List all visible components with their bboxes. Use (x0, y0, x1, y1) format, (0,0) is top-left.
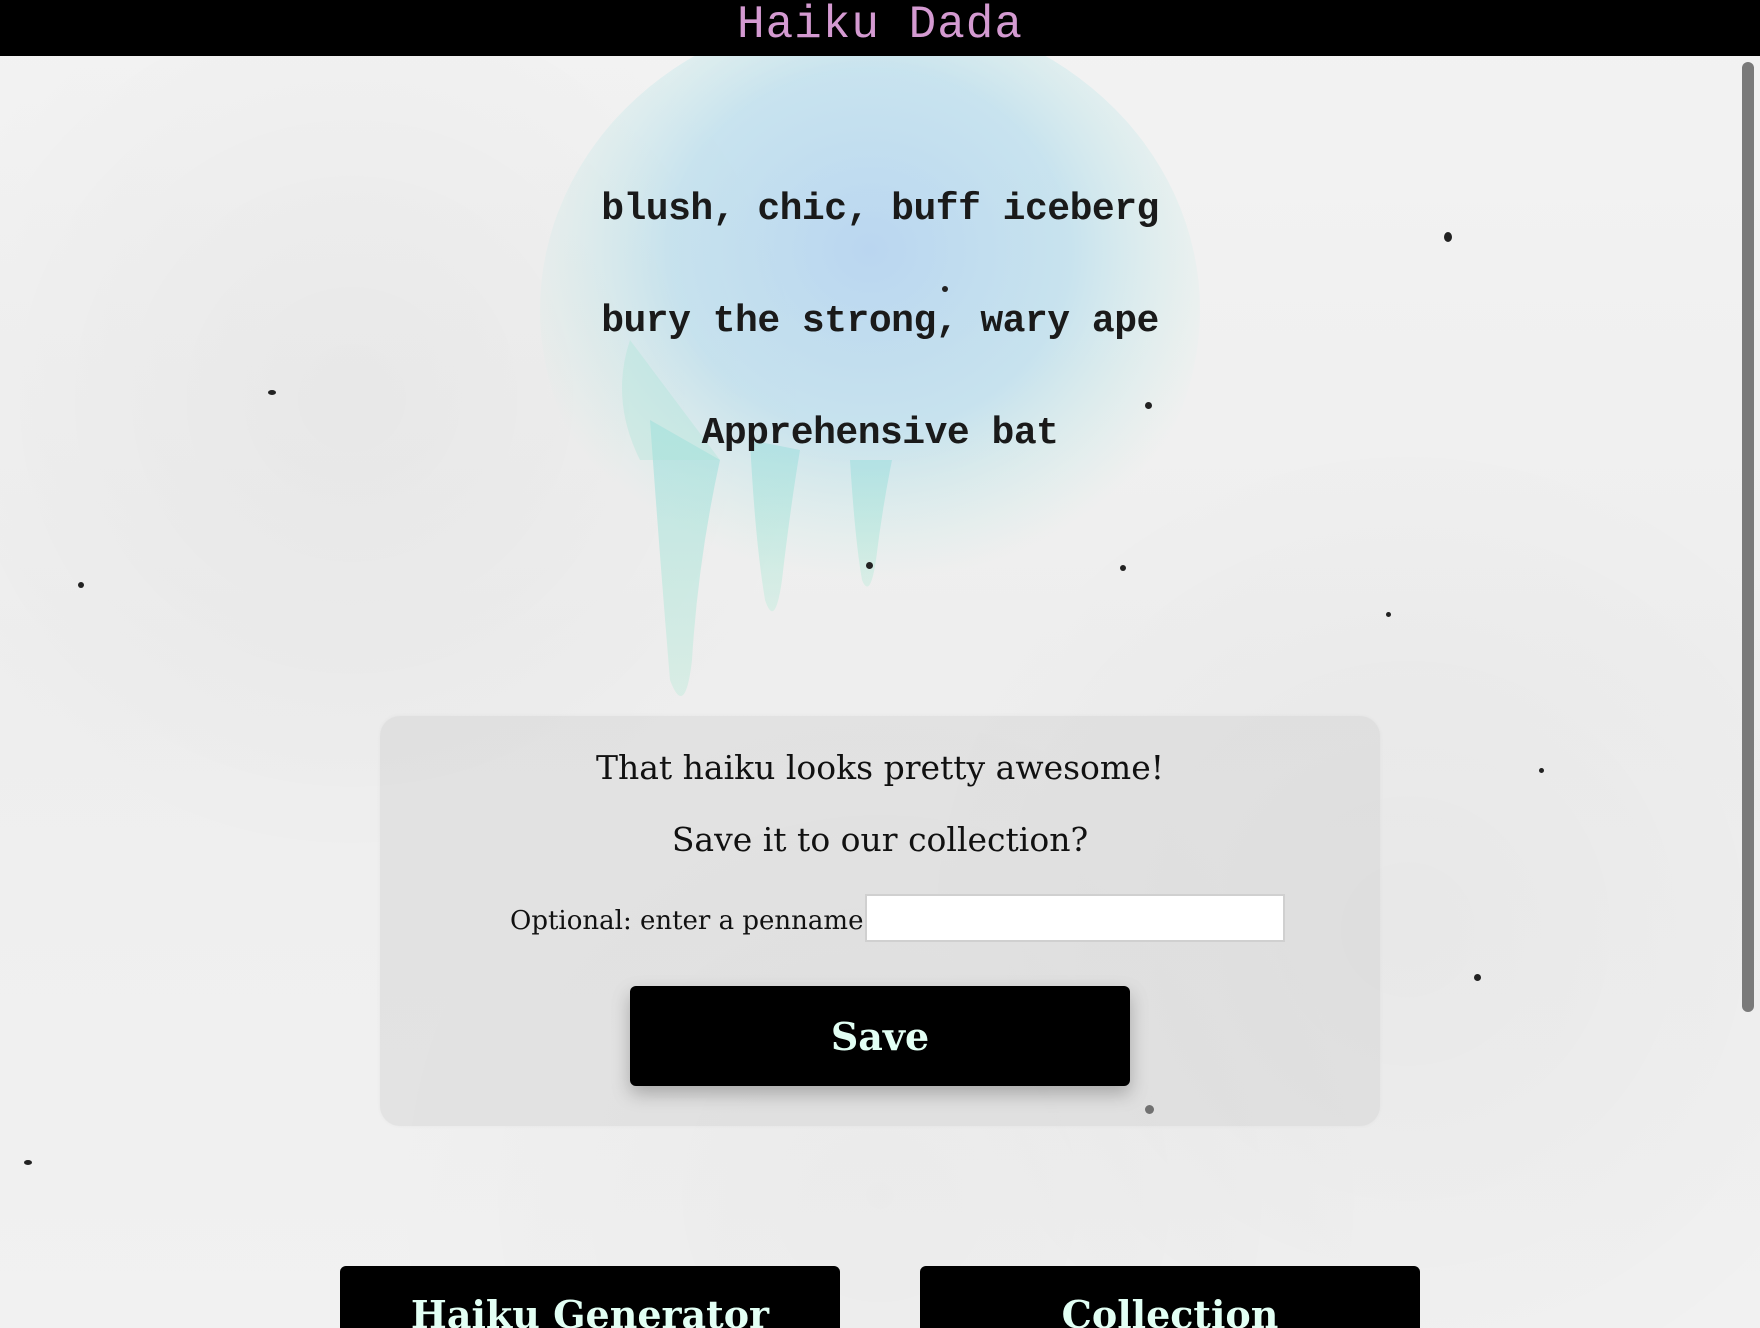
save-button[interactable]: Save (630, 986, 1130, 1086)
ink-speck (1386, 612, 1391, 617)
penname-input[interactable] (865, 894, 1286, 942)
ink-speck (78, 582, 84, 588)
ink-speck (1539, 768, 1544, 773)
save-haiku-panel: That haiku looks pretty awesome! Save it… (380, 716, 1380, 1126)
haiku-poem: blush, chic, buff iceberg bury the stron… (0, 180, 1760, 516)
collection-button[interactable]: Collection (920, 1266, 1420, 1328)
ink-speck (24, 1160, 32, 1165)
ink-speck (1474, 974, 1481, 981)
penname-label: Optional: enter a penname (510, 906, 864, 936)
ink-speck (866, 562, 873, 569)
scrollbar[interactable] (1740, 56, 1760, 1328)
praise-text: That haiku looks pretty awesome! (595, 748, 1165, 787)
haiku-generator-button[interactable]: Haiku Generator (340, 1266, 840, 1328)
scrollbar-thumb[interactable] (1742, 62, 1754, 1012)
ink-speck (1120, 565, 1126, 571)
haiku-line-1: blush, chic, buff iceberg (601, 188, 1159, 231)
save-prompt-text: Save it to our collection? (671, 820, 1089, 859)
haiku-line-3: Apprehensive bat (701, 412, 1059, 455)
site-title: Haiku Dada (736, 0, 1024, 51)
penname-row: Optional: enter a penname (510, 894, 1286, 942)
haiku-line-2: bury the strong, wary ape (601, 300, 1159, 343)
site-header: Haiku Dada (0, 0, 1760, 56)
